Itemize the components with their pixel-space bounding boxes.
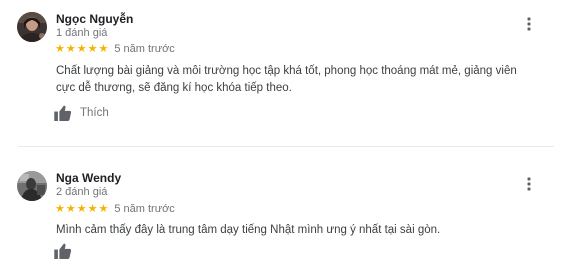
review-count: 2 đánh giá — [56, 186, 108, 198]
star-icon: ★ — [55, 42, 65, 55]
star-icon: ★ — [65, 202, 76, 215]
avatar-photo — [17, 12, 47, 42]
review-text: Mình cảm thấy đây là trung tâm dạy tiếng… — [56, 224, 441, 236]
like-label: Thích — [80, 107, 109, 119]
star-icon: ★ — [87, 42, 98, 55]
rating-row: ★ ★ ★ ★ ★ 5 năm trước — [55, 202, 175, 216]
more-vertical-icon — [527, 177, 531, 191]
star-rating: ★ ★ ★ ★ ★ — [55, 202, 109, 215]
reviewer-name[interactable]: Ngọc Nguyễn — [56, 12, 133, 26]
review-count: 1 đánh giá — [56, 27, 108, 39]
thumbs-up-icon — [54, 243, 72, 259]
review-divider — [18, 146, 554, 147]
thumbs-up-icon — [54, 105, 72, 121]
avatar[interactable] — [17, 12, 47, 42]
star-icon: ★ — [98, 202, 109, 215]
more-options-button[interactable] — [519, 174, 539, 194]
rating-row: ★ ★ ★ ★ ★ 5 năm trước — [55, 42, 175, 56]
star-icon: ★ — [76, 42, 87, 55]
review-text: Chất lượng bài giảng và môi trường học t… — [56, 65, 517, 94]
reviewer-name[interactable]: Nga Wendy — [56, 171, 121, 185]
star-icon: ★ — [87, 202, 98, 215]
avatar[interactable] — [17, 171, 47, 201]
more-options-button[interactable] — [519, 14, 539, 34]
star-icon: ★ — [76, 202, 87, 215]
star-icon: ★ — [98, 42, 109, 55]
avatar-photo — [17, 171, 47, 201]
review-time: 5 năm trước — [114, 43, 175, 55]
more-vertical-icon — [527, 17, 531, 31]
review-time: 5 năm trước — [114, 203, 175, 215]
like-button[interactable]: Thích — [54, 105, 109, 121]
star-icon: ★ — [55, 202, 65, 215]
star-icon: ★ — [65, 42, 76, 55]
star-rating: ★ ★ ★ ★ ★ — [55, 42, 109, 55]
like-button[interactable] — [54, 243, 72, 259]
